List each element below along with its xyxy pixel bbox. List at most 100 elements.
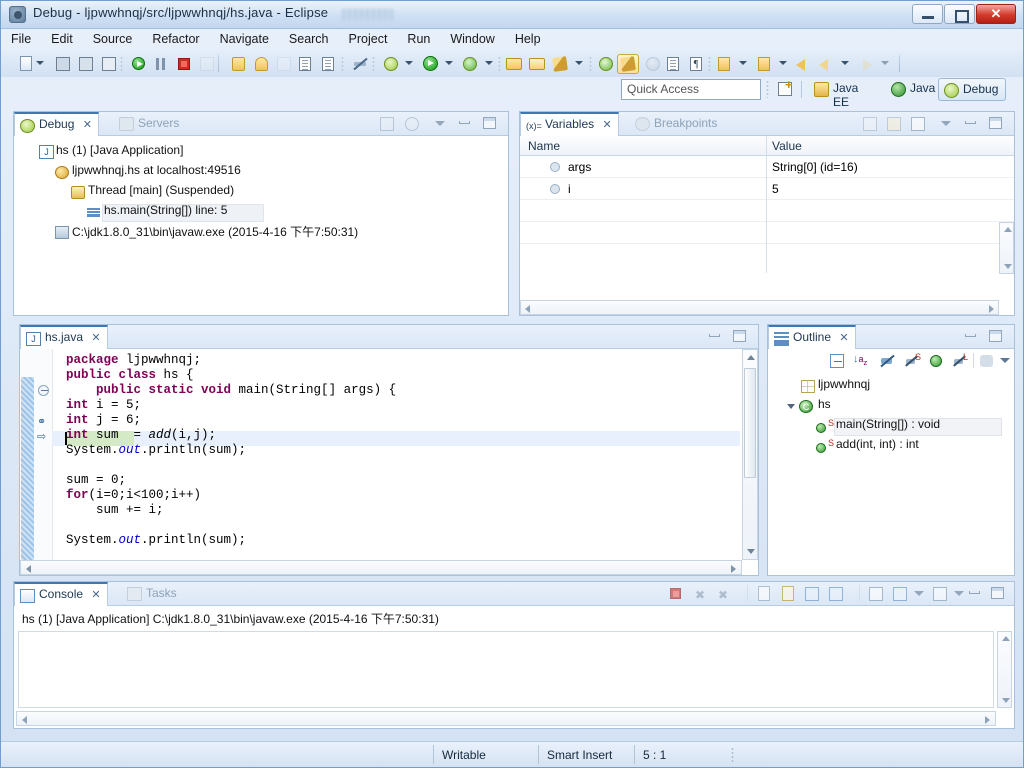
outline-item-method-add[interactable]: S add(int, int) : int: [768, 437, 1014, 457]
toolbar-drag-handle[interactable]: [120, 56, 123, 72]
tab-outline-close-icon[interactable]: ✕: [839, 331, 848, 344]
editor-scroll-thumb[interactable]: [744, 368, 756, 478]
scroll-right-arrow-icon[interactable]: [989, 305, 994, 313]
tree-item-debug-target[interactable]: ljpwwhnqj.hs at localhost:49516: [14, 163, 508, 183]
outline-item-package[interactable]: ljpwwhnqj: [768, 377, 1014, 397]
view-menu-icon[interactable]: [432, 115, 449, 132]
pin-console-icon[interactable]: [867, 585, 884, 602]
maximize-icon[interactable]: [987, 328, 1004, 345]
coverage-dropdown-icon[interactable]: [485, 61, 493, 65]
tab-breakpoints[interactable]: Breakpoints: [630, 112, 723, 136]
hide-fields-icon[interactable]: [880, 354, 895, 368]
variables-table[interactable]: Name Value args String[0] (id=16) i 5: [520, 136, 1014, 315]
debug-view-menu-icon[interactable]: [378, 115, 395, 132]
back-dropdown-icon[interactable]: [841, 61, 849, 65]
chevron-down-icon[interactable]: [1000, 358, 1010, 363]
sort-icon[interactable]: ↓az: [853, 353, 869, 369]
column-header-value[interactable]: Value: [772, 139, 802, 153]
window-close-button[interactable]: ✕: [976, 4, 1016, 24]
view-menu-icon[interactable]: [938, 115, 955, 132]
variables-horizontal-scrollbar[interactable]: [520, 300, 999, 315]
outline-item-class[interactable]: C hs: [768, 397, 1014, 417]
scroll-right-arrow-icon[interactable]: [731, 565, 736, 573]
scroll-lock-icon[interactable]: [779, 585, 796, 602]
forward-nav-icon[interactable]: [857, 55, 875, 73]
menu-item-edit[interactable]: Edit: [41, 29, 83, 46]
tree-item-launch[interactable]: J hs (1) [Java Application]: [14, 143, 508, 163]
next-annotation-icon[interactable]: [664, 55, 682, 73]
open-task-icon[interactable]: [528, 55, 546, 73]
previous-edit-position-icon[interactable]: [755, 55, 773, 73]
tree-item-process[interactable]: C:\jdk1.8.0_31\bin\javaw.exe (2015-4-16 …: [14, 223, 508, 243]
display-console-dropdown-icon[interactable]: [914, 591, 924, 596]
run-dropdown-icon[interactable]: [445, 61, 453, 65]
marker-dropdown-icon[interactable]: [575, 61, 583, 65]
next-edit-dropdown-icon[interactable]: [739, 61, 747, 65]
toolbar-drag-handle-2[interactable]: [341, 56, 344, 72]
toggle-mark-occurrences-icon[interactable]: [617, 54, 639, 74]
open-console-dropdown-icon[interactable]: [954, 591, 964, 596]
toolbar-drag-handle-6[interactable]: [708, 56, 711, 72]
terminate-icon[interactable]: [175, 55, 193, 73]
minimize-icon[interactable]: [706, 328, 723, 345]
tab-hs-java-close-icon[interactable]: ✕: [91, 331, 100, 344]
tab-debug-close-icon[interactable]: ✕: [83, 118, 92, 131]
maximize-icon[interactable]: [731, 328, 748, 345]
show-logical-structure-icon[interactable]: [909, 115, 926, 132]
column-header-name[interactable]: Name: [528, 139, 560, 153]
table-row[interactable]: [520, 200, 1014, 222]
collapse-all-icon[interactable]: [830, 354, 844, 368]
collapse-all-icon[interactable]: [861, 115, 878, 132]
status-drag-handle[interactable]: [731, 747, 734, 764]
console-body[interactable]: hs (1) [Java Application] C:\jdk1.8.0_31…: [14, 606, 1014, 728]
perspective-debug[interactable]: Debug: [938, 78, 1007, 101]
column-divider[interactable]: [766, 136, 767, 155]
scroll-down-arrow-icon[interactable]: [1002, 698, 1010, 703]
tab-console-close-icon[interactable]: ✕: [91, 588, 100, 601]
next-edit-position-icon[interactable]: [715, 55, 733, 73]
use-step-filters-icon[interactable]: [319, 55, 337, 73]
tree-item-stack-frame[interactable]: hs.main(String[]) line: 5: [14, 203, 508, 223]
previous-edit-dropdown-icon[interactable]: [779, 61, 787, 65]
forward-dropdown-icon[interactable]: [881, 61, 889, 65]
toolbar-drag-handle-3[interactable]: [372, 56, 375, 72]
quick-access-input[interactable]: Quick Access: [621, 79, 761, 100]
remove-launch-icon[interactable]: ✖: [691, 585, 708, 602]
search-icon[interactable]: [597, 55, 615, 73]
show-console-on-output-icon[interactable]: [803, 585, 820, 602]
hide-local-types-icon[interactable]: L: [953, 352, 968, 368]
scroll-left-arrow-icon[interactable]: [22, 716, 27, 724]
previous-annotation-icon[interactable]: ¶: [687, 55, 705, 73]
run-icon[interactable]: [421, 55, 439, 73]
back-icon[interactable]: [795, 55, 813, 73]
print-icon[interactable]: [100, 55, 118, 73]
table-row[interactable]: args String[0] (id=16): [520, 156, 1014, 178]
window-maximize-button[interactable]: [944, 4, 975, 24]
suspend-icon[interactable]: [152, 55, 170, 73]
terminate-icon[interactable]: [667, 585, 684, 602]
tab-console[interactable]: Console ✕: [14, 582, 108, 606]
menu-item-search[interactable]: Search: [279, 29, 339, 46]
menu-item-file[interactable]: File: [1, 29, 41, 46]
maximize-icon[interactable]: [989, 585, 1006, 602]
view-menu-icon[interactable]: [980, 355, 993, 367]
tab-hs-java[interactable]: J hs.java ✕: [20, 325, 108, 349]
menu-item-run[interactable]: Run: [397, 29, 440, 46]
forward-icon[interactable]: [818, 55, 836, 73]
menu-item-window[interactable]: Window: [440, 29, 504, 46]
minimize-icon[interactable]: [962, 328, 979, 345]
minimize-icon[interactable]: [456, 115, 473, 132]
display-selected-console-icon[interactable]: [891, 585, 908, 602]
perspective-java-ee[interactable]: Java EE: [809, 78, 865, 109]
hide-nonpublic-icon[interactable]: [930, 355, 942, 367]
outline-item-method-main[interactable]: S main(String[]) : void: [768, 417, 1014, 437]
step-into-icon[interactable]: [229, 55, 247, 73]
scroll-left-arrow-icon[interactable]: [26, 565, 31, 573]
expand-twisty-icon[interactable]: [787, 404, 795, 409]
table-row[interactable]: [520, 222, 1014, 244]
window-minimize-button[interactable]: [912, 4, 943, 24]
perspective-java[interactable]: Java: [886, 78, 942, 101]
quick-access-drag-handle[interactable]: [766, 80, 769, 98]
debug-view-layout-icon[interactable]: [403, 115, 420, 132]
new-wizard-dropdown-icon[interactable]: [36, 61, 44, 65]
